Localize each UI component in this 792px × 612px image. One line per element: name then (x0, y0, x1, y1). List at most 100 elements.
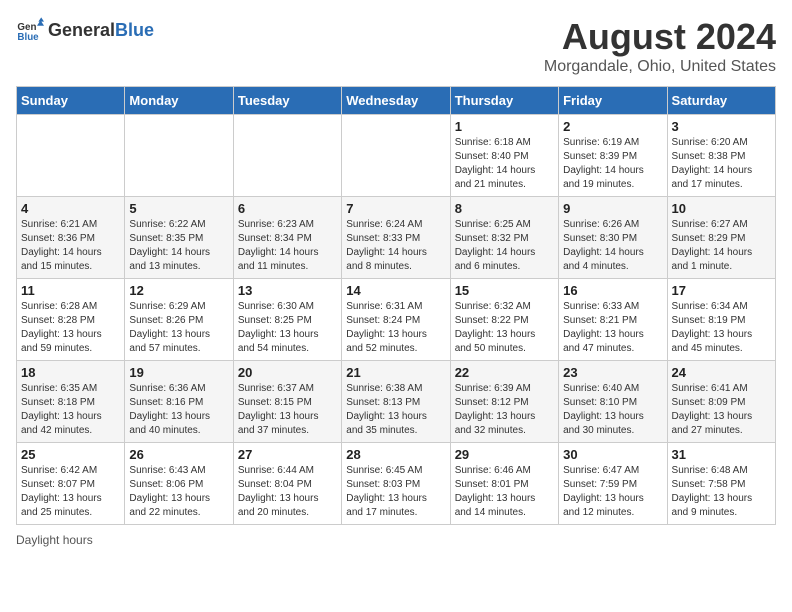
day-info: Sunrise: 6:22 AM Sunset: 8:35 PM Dayligh… (129, 218, 228, 274)
calendar-cell (342, 115, 450, 197)
day-info: Sunrise: 6:43 AM Sunset: 8:06 PM Dayligh… (129, 464, 228, 520)
day-number: 31 (672, 447, 771, 462)
calendar-week-row: 18 Sunrise: 6:35 AM Sunset: 8:18 PM Dayli… (17, 361, 776, 443)
day-info: Sunrise: 6:31 AM Sunset: 8:24 PM Dayligh… (346, 300, 445, 356)
day-info: Sunrise: 6:35 AM Sunset: 8:18 PM Dayligh… (21, 382, 120, 438)
day-info: Sunrise: 6:38 AM Sunset: 8:13 PM Dayligh… (346, 382, 445, 438)
day-number: 22 (455, 365, 554, 380)
calendar-week-row: 1Sunrise: 6:18 AM Sunset: 8:40 PM Daylig… (17, 115, 776, 197)
day-number: 23 (563, 365, 662, 380)
day-info: Sunrise: 6:42 AM Sunset: 8:07 PM Dayligh… (21, 464, 120, 520)
header-thursday: Thursday (450, 87, 558, 115)
header-tuesday: Tuesday (233, 87, 341, 115)
calendar-cell: 6 Sunrise: 6:23 AM Sunset: 8:34 PM Daylig… (233, 197, 341, 279)
day-info: Sunrise: 6:27 AM Sunset: 8:29 PM Dayligh… (672, 218, 771, 274)
calendar-cell: 17Sunrise: 6:34 AM Sunset: 8:19 PM Dayli… (667, 279, 775, 361)
calendar-cell: 31 Sunrise: 6:48 AM Sunset: 7:58 PM Dayli… (667, 443, 775, 525)
calendar-cell: 22 Sunrise: 6:39 AM Sunset: 8:12 PM Dayli… (450, 361, 558, 443)
logo-general: General (48, 20, 115, 40)
day-number: 29 (455, 447, 554, 462)
day-number: 12 (129, 283, 228, 298)
day-number: 10 (672, 201, 771, 216)
month-title: August 2024 (544, 16, 776, 58)
day-info: Sunrise: 6:23 AM Sunset: 8:34 PM Dayligh… (238, 218, 337, 274)
calendar-body: 1Sunrise: 6:18 AM Sunset: 8:40 PM Daylig… (17, 115, 776, 525)
calendar-cell: 8 Sunrise: 6:25 AM Sunset: 8:32 PM Daylig… (450, 197, 558, 279)
calendar-cell: 15Sunrise: 6:32 AM Sunset: 8:22 PM Dayli… (450, 279, 558, 361)
calendar-cell: 1Sunrise: 6:18 AM Sunset: 8:40 PM Daylig… (450, 115, 558, 197)
calendar-cell: 18 Sunrise: 6:35 AM Sunset: 8:18 PM Dayli… (17, 361, 125, 443)
day-number: 27 (238, 447, 337, 462)
day-info: Sunrise: 6:41 AM Sunset: 8:09 PM Dayligh… (672, 382, 771, 438)
day-info: Sunrise: 6:34 AM Sunset: 8:19 PM Dayligh… (672, 300, 771, 356)
calendar-cell: 13Sunrise: 6:30 AM Sunset: 8:25 PM Dayli… (233, 279, 341, 361)
svg-text:Blue: Blue (17, 32, 39, 43)
header-sunday: Sunday (17, 87, 125, 115)
day-info: Sunrise: 6:48 AM Sunset: 7:58 PM Dayligh… (672, 464, 771, 520)
day-info: Sunrise: 6:39 AM Sunset: 8:12 PM Dayligh… (455, 382, 554, 438)
header-saturday: Saturday (667, 87, 775, 115)
calendar-cell: 30Sunrise: 6:47 AM Sunset: 7:59 PM Dayli… (559, 443, 667, 525)
day-number: 14 (346, 283, 445, 298)
calendar-cell: 24 Sunrise: 6:41 AM Sunset: 8:09 PM Dayli… (667, 361, 775, 443)
header-wednesday: Wednesday (342, 87, 450, 115)
day-number: 20 (238, 365, 337, 380)
calendar-cell (125, 115, 233, 197)
day-number: 18 (21, 365, 120, 380)
day-number: 11 (21, 283, 120, 298)
day-info: Sunrise: 6:25 AM Sunset: 8:32 PM Dayligh… (455, 218, 554, 274)
calendar-cell: 20 Sunrise: 6:37 AM Sunset: 8:15 PM Dayli… (233, 361, 341, 443)
day-info: Sunrise: 6:18 AM Sunset: 8:40 PM Dayligh… (455, 136, 554, 192)
header: Gen Blue General Blue August 2024 Morgand… (16, 16, 776, 76)
day-number: 6 (238, 201, 337, 216)
day-info: Sunrise: 6:44 AM Sunset: 8:04 PM Dayligh… (238, 464, 337, 520)
day-info: Sunrise: 6:40 AM Sunset: 8:10 PM Dayligh… (563, 382, 662, 438)
day-info: Sunrise: 6:20 AM Sunset: 8:38 PM Dayligh… (672, 136, 771, 192)
day-number: 9 (563, 201, 662, 216)
day-info: Sunrise: 6:19 AM Sunset: 8:39 PM Dayligh… (563, 136, 662, 192)
calendar-week-row: 4 Sunrise: 6:21 AM Sunset: 8:36 PM Daylig… (17, 197, 776, 279)
calendar-week-row: 25Sunrise: 6:42 AM Sunset: 8:07 PM Dayli… (17, 443, 776, 525)
day-number: 2 (563, 119, 662, 134)
day-info: Sunrise: 6:45 AM Sunset: 8:03 PM Dayligh… (346, 464, 445, 520)
calendar-cell: 16Sunrise: 6:33 AM Sunset: 8:21 PM Dayli… (559, 279, 667, 361)
day-info: Sunrise: 6:36 AM Sunset: 8:16 PM Dayligh… (129, 382, 228, 438)
day-number: 7 (346, 201, 445, 216)
calendar-cell: 5 Sunrise: 6:22 AM Sunset: 8:35 PM Daylig… (125, 197, 233, 279)
day-number: 3 (672, 119, 771, 134)
day-info: Sunrise: 6:37 AM Sunset: 8:15 PM Dayligh… (238, 382, 337, 438)
calendar-cell: 9 Sunrise: 6:26 AM Sunset: 8:30 PM Daylig… (559, 197, 667, 279)
day-number: 5 (129, 201, 228, 216)
day-number: 21 (346, 365, 445, 380)
calendar-cell (17, 115, 125, 197)
calendar-cell: 4 Sunrise: 6:21 AM Sunset: 8:36 PM Daylig… (17, 197, 125, 279)
calendar-header-row: Sunday Monday Tuesday Wednesday Thursday… (17, 87, 776, 115)
day-number: 26 (129, 447, 228, 462)
day-number: 15 (455, 283, 554, 298)
day-info: Sunrise: 6:26 AM Sunset: 8:30 PM Dayligh… (563, 218, 662, 274)
calendar-cell: 25Sunrise: 6:42 AM Sunset: 8:07 PM Dayli… (17, 443, 125, 525)
header-monday: Monday (125, 87, 233, 115)
calendar-cell: 12Sunrise: 6:29 AM Sunset: 8:26 PM Dayli… (125, 279, 233, 361)
calendar-cell: 21 Sunrise: 6:38 AM Sunset: 8:13 PM Dayli… (342, 361, 450, 443)
calendar-cell: 14 Sunrise: 6:31 AM Sunset: 8:24 PM Dayli… (342, 279, 450, 361)
day-number: 24 (672, 365, 771, 380)
calendar-cell: 19Sunrise: 6:36 AM Sunset: 8:16 PM Dayli… (125, 361, 233, 443)
logo-icon: Gen Blue (16, 16, 44, 44)
footer-note: Daylight hours (16, 533, 776, 547)
day-number: 8 (455, 201, 554, 216)
day-info: Sunrise: 6:28 AM Sunset: 8:28 PM Dayligh… (21, 300, 120, 356)
day-number: 16 (563, 283, 662, 298)
day-number: 4 (21, 201, 120, 216)
calendar-cell: 7 Sunrise: 6:24 AM Sunset: 8:33 PM Daylig… (342, 197, 450, 279)
day-info: Sunrise: 6:47 AM Sunset: 7:59 PM Dayligh… (563, 464, 662, 520)
day-info: Sunrise: 6:21 AM Sunset: 8:36 PM Dayligh… (21, 218, 120, 274)
calendar-cell: 11 Sunrise: 6:28 AM Sunset: 8:28 PM Dayli… (17, 279, 125, 361)
calendar-cell: 10 Sunrise: 6:27 AM Sunset: 8:29 PM Dayli… (667, 197, 775, 279)
title-area: August 2024 Morgandale, Ohio, United Sta… (544, 16, 776, 76)
header-friday: Friday (559, 87, 667, 115)
calendar-table: Sunday Monday Tuesday Wednesday Thursday… (16, 86, 776, 525)
day-info: Sunrise: 6:24 AM Sunset: 8:33 PM Dayligh… (346, 218, 445, 274)
calendar-cell: 2 Sunrise: 6:19 AM Sunset: 8:39 PM Daylig… (559, 115, 667, 197)
calendar-cell: 23 Sunrise: 6:40 AM Sunset: 8:10 PM Dayli… (559, 361, 667, 443)
